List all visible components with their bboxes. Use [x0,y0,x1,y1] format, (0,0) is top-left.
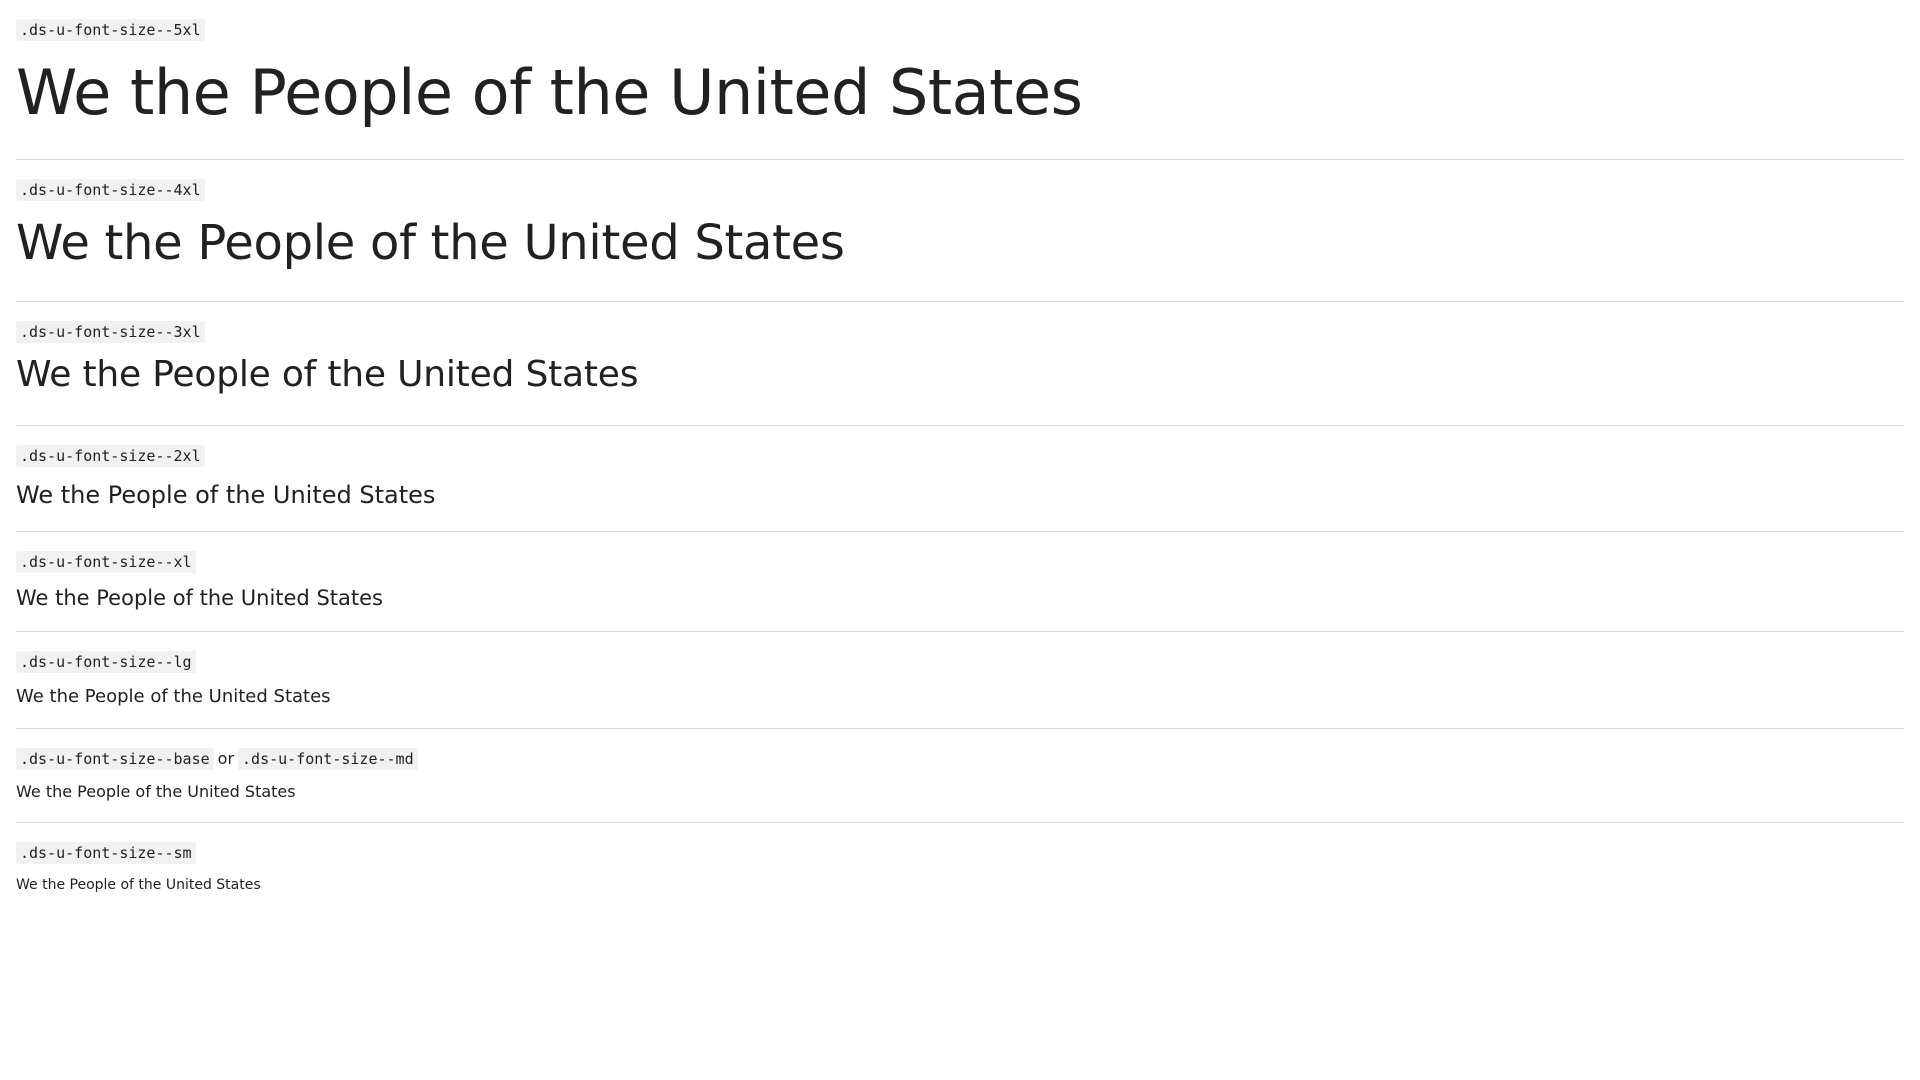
class-label-line: .ds-u-font-size--base or .ds-u-font-size--… [16,746,1904,772]
font-size-sample-4xl: .ds-u-font-size--4xl We the People of th… [16,160,1904,302]
class-name-code: .ds-u-font-size--2xl [16,445,205,467]
font-size-sample-2xl: .ds-u-font-size--2xl We the People of th… [16,426,1904,532]
class-name-code: .ds-u-font-size--xl [16,551,196,573]
font-size-examples-page: .ds-u-font-size--5xl We the People of th… [0,0,1920,910]
sample-text-lg: We the People of the United States [16,686,331,707]
sample-text-3xl: We the People of the United States [16,354,639,395]
font-size-sample-sm: .ds-u-font-size--sm We the People of the… [16,823,1904,910]
sample-text-4xl: We the People of the United States [16,215,845,271]
class-name-code: .ds-u-font-size--5xl [16,19,205,41]
font-size-sample-lg: .ds-u-font-size--lg We the People of the… [16,632,1904,729]
class-name-code: .ds-u-font-size--3xl [16,321,205,343]
class-label-line: .ds-u-font-size--5xl [16,17,1904,43]
sample-text-sm: We the People of the United States [16,877,261,893]
class-name-code: .ds-u-font-size--sm [16,842,196,864]
class-label-line: .ds-u-font-size--xl [16,549,1904,575]
class-label-line: .ds-u-font-size--4xl [16,177,1904,203]
class-name-code: .ds-u-font-size--lg [16,651,196,673]
sample-text-xl: We the People of the United States [16,586,383,610]
class-label-line: .ds-u-font-size--3xl [16,319,1904,345]
class-name-code: .ds-u-font-size--4xl [16,179,205,201]
class-label-line: .ds-u-font-size--2xl [16,443,1904,469]
class-name-code: .ds-u-font-size--base [16,748,214,770]
font-size-sample-base: .ds-u-font-size--base or .ds-u-font-size--… [16,729,1904,823]
or-connector-text: or [217,749,235,768]
sample-text-5xl: We the People of the United States [16,56,1083,129]
sample-text-base: We the People of the United States [16,782,296,801]
class-name-code-alt: .ds-u-font-size--md [238,748,418,770]
font-size-sample-3xl: .ds-u-font-size--3xl We the People of th… [16,302,1904,426]
class-label-line: .ds-u-font-size--lg [16,649,1904,675]
font-size-sample-5xl: .ds-u-font-size--5xl We the People of th… [16,0,1904,160]
font-size-sample-xl: .ds-u-font-size--xl We the People of the… [16,532,1904,632]
sample-text-2xl: We the People of the United States [16,481,436,509]
class-label-line: .ds-u-font-size--sm [16,840,1904,866]
